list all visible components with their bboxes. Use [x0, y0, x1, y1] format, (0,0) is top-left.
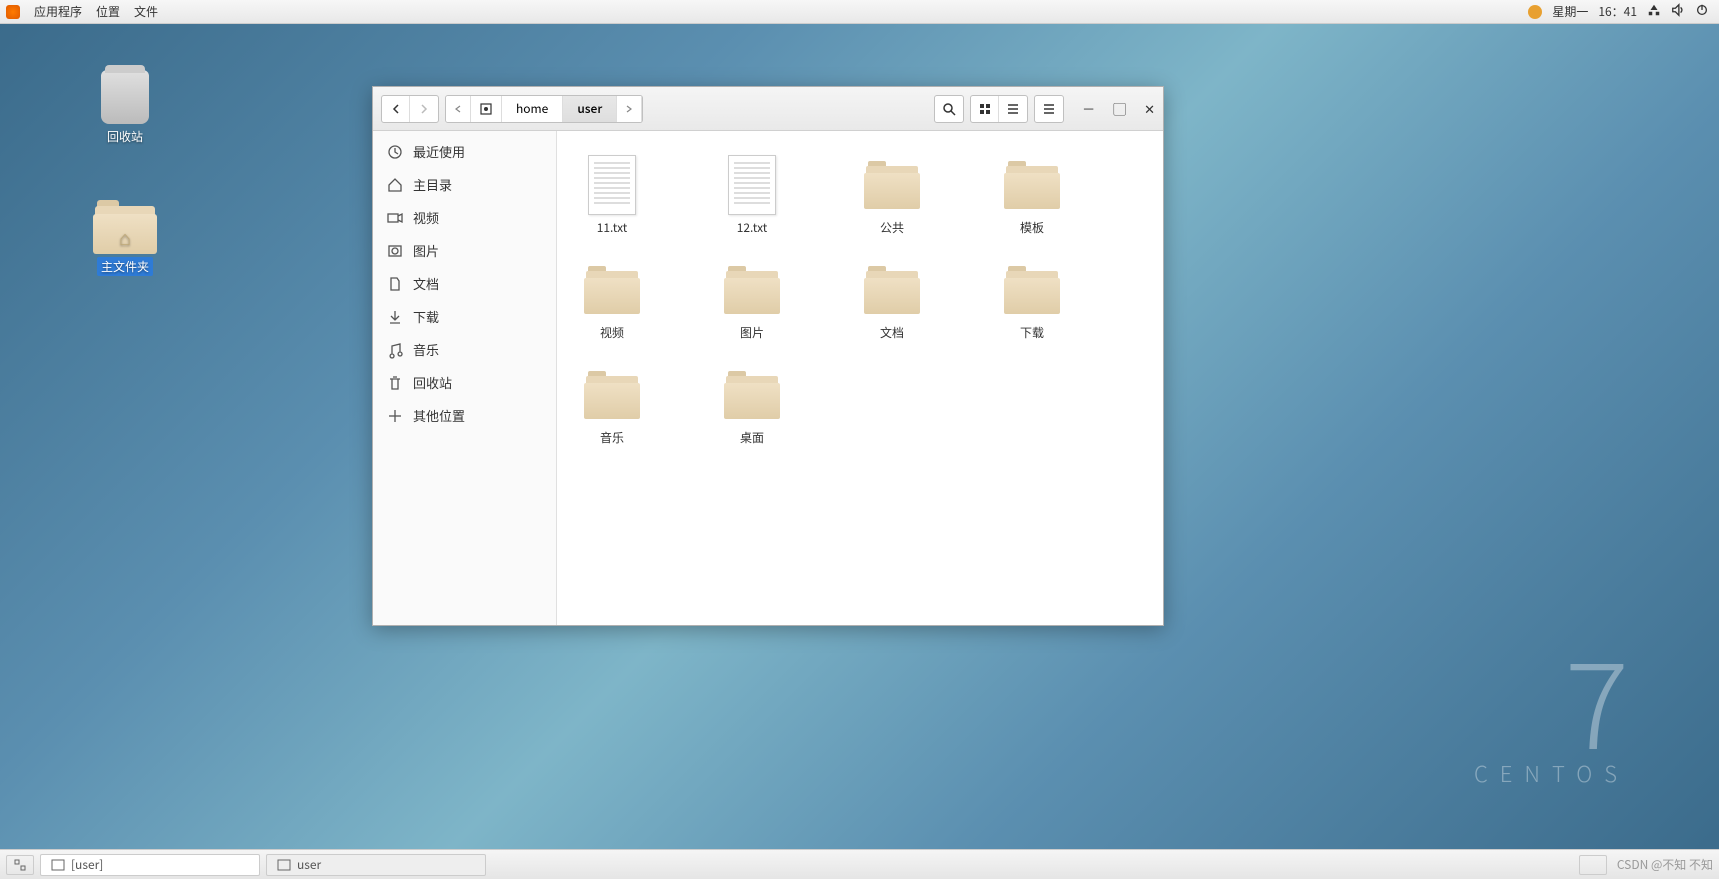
- clock-time: 16：41: [1598, 3, 1637, 20]
- search-button[interactable]: [934, 95, 964, 123]
- clock-day: 星期一: [1552, 3, 1588, 20]
- sidebar-item-trash[interactable]: 回收站: [373, 366, 556, 399]
- file-item[interactable]: 下载: [987, 256, 1077, 341]
- sidebar-label: 视频: [413, 208, 439, 227]
- home-folder-icon: ⌂: [93, 200, 157, 254]
- breadcrumb-user[interactable]: user: [563, 96, 617, 122]
- folder-icon: [584, 266, 640, 314]
- fm-content[interactable]: 11.txt 12.txt 公共 模板视频 图片 文档 下载音乐 桌面: [557, 131, 1163, 625]
- file-item[interactable]: 文档: [847, 256, 937, 341]
- file-label: 文档: [847, 324, 937, 341]
- file-item[interactable]: 桌面: [707, 361, 797, 446]
- hamburger-menu-button[interactable]: [1034, 95, 1064, 123]
- desktop-trash[interactable]: 回收站: [80, 70, 170, 145]
- close-button[interactable]: ✕: [1144, 99, 1155, 118]
- sidebar-item-pictures[interactable]: 图片: [373, 234, 556, 267]
- folder-icon: [864, 266, 920, 314]
- text-file-icon: [588, 155, 636, 215]
- list-view-button[interactable]: [999, 96, 1027, 122]
- back-button[interactable]: [382, 96, 410, 122]
- sidebar-item-music[interactable]: 音乐: [373, 333, 556, 366]
- nav-buttons: [381, 95, 439, 123]
- window-controls: － ▢ ✕: [1082, 99, 1155, 118]
- footer-credit: CSDN @不知 不知: [1617, 856, 1713, 873]
- sidebar-item-downloads[interactable]: 下载: [373, 300, 556, 333]
- file-item[interactable]: 模板: [987, 151, 1077, 236]
- file-label: 11.txt: [567, 219, 657, 236]
- centos-name: CENTOS: [1474, 757, 1629, 789]
- notification-icon[interactable]: [1528, 5, 1542, 19]
- top-panel: 应用程序 位置 文件 星期一 16：41: [0, 0, 1719, 24]
- folder-icon: [1004, 266, 1060, 314]
- sidebar-item-recent[interactable]: 最近使用: [373, 135, 556, 168]
- sidebar-label: 下载: [413, 307, 439, 326]
- centos-version: 7: [1474, 637, 1629, 757]
- sidebar-label: 图片: [413, 241, 439, 260]
- folder-icon: [584, 371, 640, 419]
- taskbar-label: [user]: [71, 856, 103, 873]
- sidebar-item-other[interactable]: 其他位置: [373, 399, 556, 432]
- maximize-button[interactable]: ▢: [1113, 99, 1126, 118]
- file-label: 公共: [847, 219, 937, 236]
- file-item[interactable]: 12.txt: [707, 151, 797, 236]
- breadcrumb: home user: [445, 95, 643, 123]
- file-label: 模板: [987, 219, 1077, 236]
- file-item[interactable]: 11.txt: [567, 151, 657, 236]
- taskbar-item-terminal[interactable]: [user]: [40, 854, 260, 876]
- menu-files[interactable]: 文件: [134, 3, 158, 20]
- file-item[interactable]: 图片: [707, 256, 797, 341]
- sidebar-label: 主目录: [413, 175, 452, 194]
- file-item[interactable]: 音乐: [567, 361, 657, 446]
- sidebar-label: 文档: [413, 274, 439, 293]
- centos-watermark: 7 CENTOS: [1474, 637, 1629, 789]
- folder-icon: [1004, 161, 1060, 209]
- taskbar-item-files[interactable]: user: [266, 854, 486, 876]
- desktop-home-folder[interactable]: ⌂ 主文件夹: [80, 200, 170, 275]
- breadcrumb-scroll-right[interactable]: [617, 96, 642, 122]
- icon-view-button[interactable]: [971, 96, 999, 122]
- minimize-button[interactable]: －: [1082, 99, 1095, 118]
- sidebar-label: 其他位置: [413, 406, 465, 425]
- view-buttons: [970, 95, 1028, 123]
- forward-button[interactable]: [410, 96, 438, 122]
- taskbar-label: user: [297, 856, 321, 873]
- file-label: 下载: [987, 324, 1077, 341]
- sidebar-label: 音乐: [413, 340, 439, 359]
- volume-icon[interactable]: [1671, 3, 1685, 21]
- file-item[interactable]: 公共: [847, 151, 937, 236]
- file-label: 音乐: [567, 429, 657, 446]
- menu-applications[interactable]: 应用程序: [34, 3, 82, 20]
- sidebar-item-video[interactable]: 视频: [373, 201, 556, 234]
- menu-places[interactable]: 位置: [96, 3, 120, 20]
- file-label: 图片: [707, 324, 797, 341]
- sidebar-item-documents[interactable]: 文档: [373, 267, 556, 300]
- workspace-switcher[interactable]: [6, 855, 34, 875]
- folder-icon: [724, 371, 780, 419]
- network-icon[interactable]: [1647, 3, 1661, 21]
- file-label: 桌面: [707, 429, 797, 446]
- folder-icon: [864, 161, 920, 209]
- trash-icon: [101, 70, 149, 124]
- bottom-panel: [user] user CSDN @不知 不知: [0, 849, 1719, 879]
- breadcrumb-root[interactable]: [471, 96, 502, 122]
- sidebar-label: 最近使用: [413, 142, 465, 161]
- text-file-icon: [728, 155, 776, 215]
- sidebar-label: 回收站: [413, 373, 452, 392]
- file-label: 视频: [567, 324, 657, 341]
- distro-icon: [6, 5, 20, 19]
- show-desktop-button[interactable]: [1579, 855, 1607, 875]
- breadcrumb-home[interactable]: home: [502, 96, 563, 122]
- desktop-trash-label: 回收站: [107, 128, 143, 145]
- sidebar-item-home[interactable]: 主目录: [373, 168, 556, 201]
- fm-toolbar: home user － ▢ ✕: [373, 87, 1163, 131]
- file-manager-window: home user － ▢ ✕ 最近使用 主目录 视频 图片 文档 下载 音乐 …: [372, 86, 1164, 626]
- folder-icon: [724, 266, 780, 314]
- fm-sidebar: 最近使用 主目录 视频 图片 文档 下载 音乐 回收站 其他位置: [373, 131, 557, 625]
- file-label: 12.txt: [707, 219, 797, 236]
- power-icon[interactable]: [1695, 3, 1709, 21]
- file-item[interactable]: 视频: [567, 256, 657, 341]
- breadcrumb-scroll-left[interactable]: [446, 96, 471, 122]
- desktop-home-label: 主文件夹: [97, 257, 153, 276]
